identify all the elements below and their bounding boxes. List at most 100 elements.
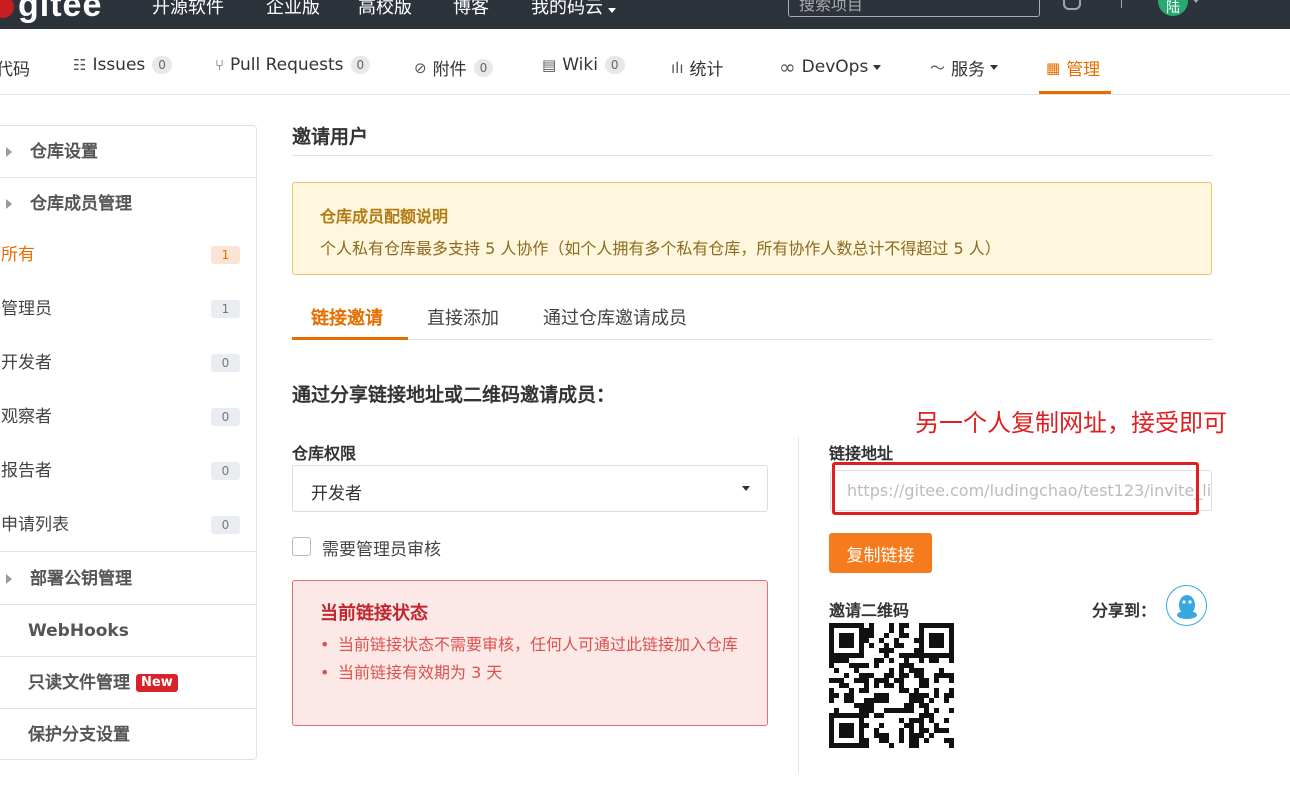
- tab-code-label: 代码: [0, 60, 30, 80]
- sidebar-item-label: 申请列表: [1, 515, 69, 535]
- bell-icon[interactable]: [1063, 0, 1081, 10]
- chevron-down-icon[interactable]: [1192, 0, 1200, 3]
- qq-share-icon[interactable]: [1166, 585, 1207, 626]
- sidebar-item-label: 所有: [1, 245, 35, 265]
- repo-subnav: 代码 ☷ Issues 0 ⑂ Pull Requests 0 ⊘ 附件 0 ▤ Wiki 0 …: [0, 29, 1290, 95]
- tab-pr-count: 0: [350, 56, 371, 74]
- tab-wiki-label: Wiki: [562, 55, 598, 75]
- tab-services[interactable]: 〜服务: [930, 55, 999, 80]
- chevron-down-icon: [990, 65, 999, 70]
- sidebar-member-mgmt-label: 仓库成员管理: [30, 194, 132, 214]
- sidebar-item-label: 管理员: [1, 299, 52, 319]
- paperclip-icon: ⊘: [414, 58, 427, 77]
- pulse-icon: 〜: [930, 59, 946, 77]
- caret-right-icon: [6, 147, 12, 157]
- sidebar-deploy-keys[interactable]: 部署公钥管理: [0, 553, 256, 605]
- chevron-down-icon: [873, 64, 882, 70]
- caret-right-icon: [6, 574, 12, 584]
- issues-icon: ☷: [73, 56, 87, 74]
- logo-text: gitee: [18, 0, 103, 24]
- tab-stats-label: 统计: [689, 60, 724, 80]
- quota-notice: 仓库成员配额说明 个人私有仓库最多支持 5 人协作（如个人拥有多个私有仓库，所有…: [292, 182, 1212, 275]
- annotation-text: 另一个人复制网址，接受即可: [915, 409, 1227, 437]
- sidebar-item-all[interactable]: 所有 1: [0, 228, 256, 282]
- tab-link-invite[interactable]: 链接邀请: [311, 304, 383, 330]
- annotation-highlight-box: [832, 462, 1199, 515]
- sidebar-item-label: 报告者: [1, 461, 52, 481]
- sidebar-readonly-files-label: 只读文件管理: [28, 673, 130, 693]
- sidebar-repo-settings[interactable]: 仓库设置: [0, 126, 256, 178]
- share-label: 分享到：: [1092, 601, 1157, 620]
- sidebar-deploy-keys-label: 部署公钥管理: [30, 569, 132, 589]
- tab-issues-count: 0: [152, 56, 172, 74]
- avatar[interactable]: 陆: [1158, 0, 1188, 16]
- tab-issues[interactable]: ☷ Issues 0: [73, 55, 172, 75]
- qr-code-image: [829, 623, 954, 748]
- sidebar-item-count: 1: [211, 246, 240, 264]
- vertical-divider: [798, 437, 799, 773]
- settings-sidebar: 仓库设置 仓库成员管理 所有 1 管理员 1 开发者 0 观察者 0 报告者 0 申请列表…: [0, 125, 257, 760]
- nav-my-gitee-label: 我的码云: [531, 0, 603, 18]
- tab-invite-via-repo[interactable]: 通过仓库邀请成员: [543, 304, 687, 330]
- document-icon: ▦: [1046, 58, 1061, 77]
- nav-my-gitee[interactable]: 我的码云: [531, 0, 616, 19]
- notice-title: 仓库成员配额说明: [320, 207, 449, 226]
- nav-education[interactable]: 高校版: [358, 0, 412, 19]
- tab-devops-label: DevOps: [801, 57, 869, 77]
- tab-attachments[interactable]: ⊘ 附件 0: [414, 55, 494, 80]
- caret-right-icon: [6, 199, 12, 209]
- sidebar-item-count: 0: [211, 408, 240, 426]
- tab-direct-add[interactable]: 直接添加: [427, 304, 499, 330]
- permission-select[interactable]: 开发者: [292, 465, 768, 512]
- tab-services-label: 服务: [951, 60, 986, 80]
- sidebar-item-count: 0: [211, 354, 240, 372]
- sidebar-item-count: 0: [211, 516, 240, 534]
- tab-wiki-count: 0: [604, 56, 625, 74]
- tab-pull-requests[interactable]: ⑂ Pull Requests 0: [215, 55, 371, 75]
- infinity-icon: ∞: [779, 55, 796, 79]
- sidebar-item-requests[interactable]: 申请列表 0: [0, 498, 256, 552]
- status-item: 当前链接有效期为 3 天: [320, 661, 750, 685]
- status-list: 当前链接状态不需要审核，任何人可通过此链接加入仓库 当前链接有效期为 3 天: [320, 633, 750, 689]
- link-status-box: 当前链接状态 当前链接状态不需要审核，任何人可通过此链接加入仓库 当前链接有效期…: [292, 580, 768, 726]
- tab-manage[interactable]: ▦ 管理: [1046, 55, 1101, 81]
- tab-code[interactable]: 代码: [0, 55, 30, 80]
- divider: [292, 155, 1213, 156]
- tab-stats[interactable]: ılı 统计: [671, 55, 724, 81]
- sidebar-webhooks-label: WebHooks: [28, 621, 129, 641]
- tab-attachments-label: 附件: [432, 60, 467, 80]
- top-navbar: gitee 开源软件 企业版 高校版 博客 我的码云 搜索项目 陆: [0, 0, 1290, 29]
- sidebar-readonly-files[interactable]: 只读文件管理 New: [0, 657, 256, 709]
- search-input[interactable]: 搜索项目: [788, 0, 1040, 17]
- nav-blog[interactable]: 博客: [453, 0, 489, 19]
- section-title: 通过分享链接地址或二维码邀请成员：: [292, 384, 616, 406]
- tab-wiki[interactable]: ▤ Wiki 0: [542, 55, 625, 75]
- notice-text: 个人私有仓库最多支持 5 人协作（如个人拥有多个私有仓库，所有协作人数总计不得超…: [320, 239, 1001, 258]
- sidebar-webhooks[interactable]: WebHooks: [0, 605, 256, 657]
- copy-link-button[interactable]: 复制链接: [829, 533, 932, 573]
- tab-manage-label: 管理: [1066, 60, 1101, 80]
- review-checkbox[interactable]: [292, 537, 311, 556]
- tab-issues-label: Issues: [92, 55, 146, 75]
- qr-label: 邀请二维码: [829, 601, 910, 620]
- review-checkbox-label[interactable]: 需要管理员审核: [322, 535, 441, 560]
- tab-pr-label: Pull Requests: [230, 55, 344, 75]
- sidebar-branch-protect-label: 保护分支设置: [28, 725, 130, 745]
- chevron-down-icon: [608, 8, 616, 13]
- gitee-logo[interactable]: gitee: [0, 0, 102, 25]
- pull-request-icon: ⑂: [215, 56, 225, 74]
- sidebar-member-mgmt[interactable]: 仓库成员管理: [0, 178, 256, 230]
- sidebar-item-admins[interactable]: 管理员 1: [0, 282, 256, 336]
- link-label: 链接地址: [829, 444, 894, 463]
- nav-open-source[interactable]: 开源软件: [152, 0, 224, 19]
- sidebar-item-developers[interactable]: 开发者 0: [0, 336, 256, 390]
- sidebar-branch-protect[interactable]: 保护分支设置: [0, 709, 256, 761]
- logo-dot-icon: [0, 0, 14, 19]
- status-item: 当前链接状态不需要审核，任何人可通过此链接加入仓库: [320, 633, 750, 657]
- sidebar-item-reporters[interactable]: 报告者 0: [0, 444, 256, 498]
- nav-enterprise[interactable]: 企业版: [266, 0, 320, 19]
- sidebar-repo-settings-label: 仓库设置: [30, 142, 98, 162]
- sidebar-item-label: 观察者: [1, 407, 52, 427]
- sidebar-item-observers[interactable]: 观察者 0: [0, 390, 256, 444]
- tab-devops[interactable]: ∞ DevOps: [779, 55, 882, 79]
